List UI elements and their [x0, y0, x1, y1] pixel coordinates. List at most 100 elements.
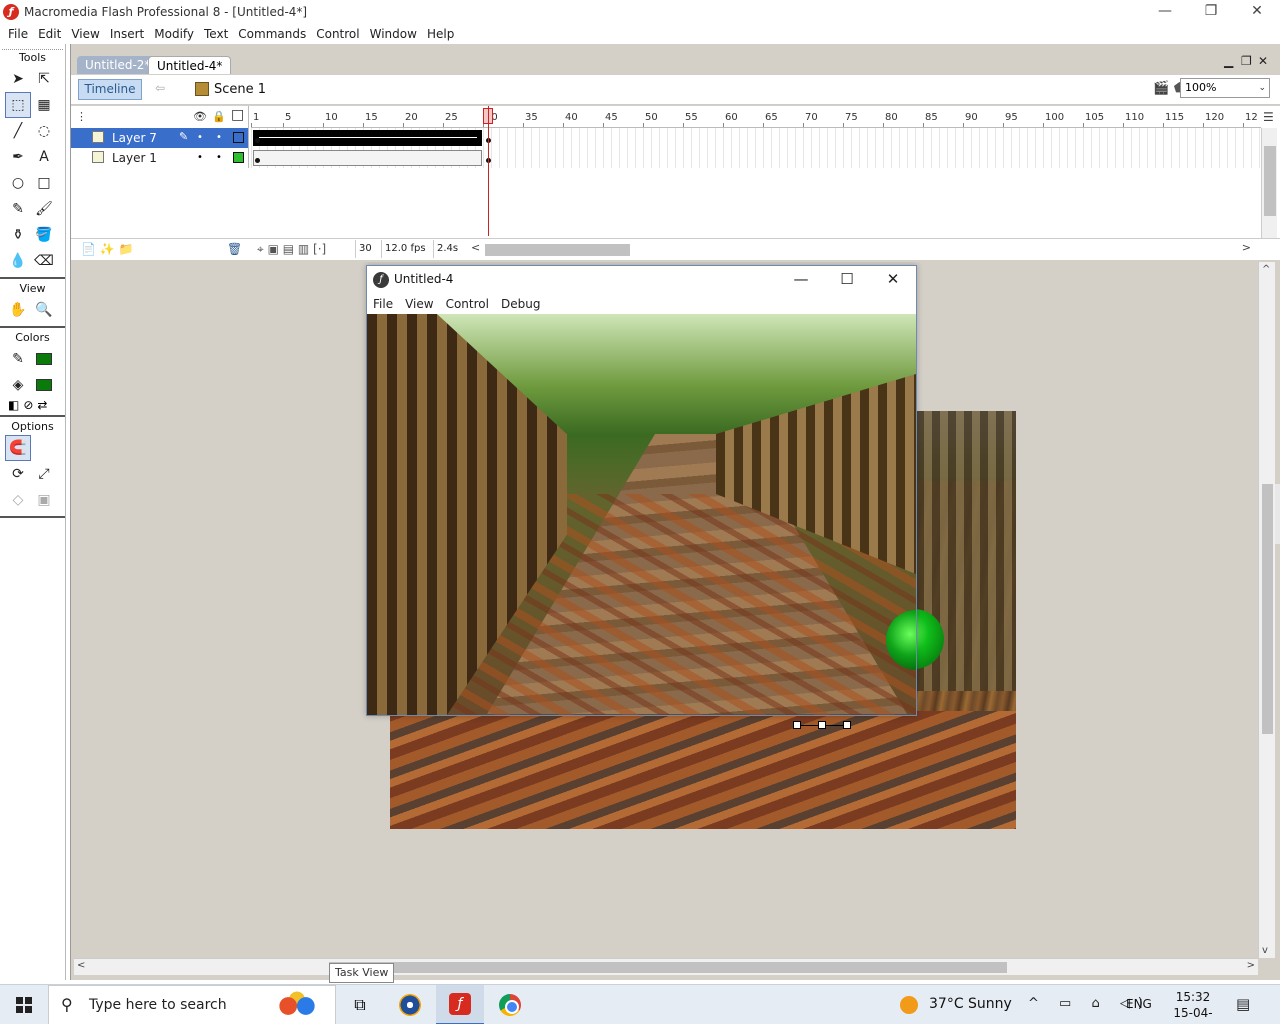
task-view-button[interactable]: ⧉ — [336, 985, 384, 1024]
start-button[interactable] — [0, 985, 48, 1024]
menu-file[interactable]: File — [3, 27, 33, 41]
layer-action-icons[interactable]: 📄 ✨ 📁 — [81, 242, 133, 256]
scroll-left-icon[interactable]: < — [471, 241, 480, 254]
transform-handle[interactable] — [818, 721, 826, 729]
timeline-horizontal-scrollbar[interactable]: < > — [471, 241, 1251, 257]
frames-grid[interactable] — [251, 128, 1261, 168]
menu-help[interactable]: Help — [422, 27, 459, 41]
close-button[interactable]: ✕ — [1234, 0, 1280, 24]
pen-tool-icon[interactable]: ✒ — [5, 144, 31, 170]
scene-label[interactable]: Scene 1 — [214, 82, 266, 97]
weather-text[interactable]: 37°C Sunny — [929, 996, 1012, 1012]
doc-restore-icon[interactable]: ❐ — [1241, 54, 1252, 68]
black-white-icon[interactable]: ◧ — [8, 398, 19, 412]
restore-button[interactable]: ❐ — [1188, 0, 1234, 24]
lock-dot[interactable]: • — [216, 152, 222, 163]
scrollbar-thumb[interactable] — [485, 244, 630, 256]
eraser-tool-icon[interactable]: ⌫ — [31, 248, 57, 274]
free-transform-tool-icon[interactable]: ⬚ — [5, 92, 31, 118]
timeline-vertical-scrollbar[interactable] — [1261, 128, 1277, 238]
menu-modify[interactable]: Modify — [149, 27, 199, 41]
eyedropper-tool-icon[interactable]: 💧 — [5, 248, 31, 274]
menu-edit[interactable]: Edit — [33, 27, 66, 41]
layer-row-layer-7[interactable]: Layer 7 ✎ • • — [71, 128, 249, 148]
swap-colors-icon[interactable]: ⇄ — [37, 398, 47, 412]
text-tool-icon[interactable]: A — [31, 144, 57, 170]
menu-window[interactable]: Window — [365, 27, 422, 41]
swf-menu-file[interactable]: File — [367, 294, 399, 314]
taskbar-app-chrome[interactable] — [486, 985, 534, 1024]
doc-minimize-icon[interactable]: ▁ — [1224, 54, 1233, 68]
line-tool-icon[interactable]: ╱ — [5, 118, 31, 144]
minimize-button[interactable]: — — [1142, 0, 1188, 24]
zoom-dropdown[interactable]: 100% ⌄ — [1180, 78, 1270, 98]
visibility-dot[interactable]: • — [197, 152, 203, 163]
layer-color-swatch[interactable] — [233, 132, 244, 143]
layer-color-swatch[interactable] — [233, 152, 244, 163]
swf-minimize-button[interactable]: — — [778, 266, 824, 294]
tab-untitled-4[interactable]: Untitled-4* — [148, 56, 232, 74]
transform-selection[interactable] — [793, 721, 851, 731]
snap-magnet-icon[interactable]: 🧲 — [5, 435, 31, 461]
taskbar-search-box[interactable]: ⚲ Type here to search — [48, 985, 336, 1024]
zoom-tool-icon[interactable]: 🔍 — [31, 297, 57, 323]
swf-menu-debug[interactable]: Debug — [495, 294, 546, 314]
clock[interactable]: 15:32 15-04-2024 — [1160, 989, 1226, 1024]
lock-dot[interactable]: • — [216, 132, 222, 143]
fill-color-swatch[interactable] — [31, 372, 57, 398]
scale-icon[interactable]: ⤢ — [31, 461, 57, 487]
frames-layer-1[interactable] — [253, 150, 482, 166]
swf-menu-control[interactable]: Control — [440, 294, 495, 314]
lock-icon[interactable]: 🔒 — [212, 110, 226, 123]
timeline-grip[interactable]: ⋮ — [76, 110, 87, 123]
timeline-menu-icon[interactable]: ☰ — [1263, 110, 1274, 124]
stage-horizontal-scrollbar[interactable]: < > — [74, 958, 1258, 975]
stage-vertical-scrollbar[interactable]: ^ v — [1258, 262, 1275, 958]
motion-tween-layer-7[interactable] — [253, 130, 482, 146]
scroll-right-icon[interactable]: > — [1242, 241, 1251, 254]
scrollbar-thumb[interactable] — [1262, 484, 1273, 734]
back-arrow-icon[interactable]: ⇦ — [155, 81, 165, 95]
notification-icon[interactable]: ▤ — [1236, 995, 1250, 1013]
layer-row-layer-1[interactable]: Layer 1 • • — [71, 148, 249, 168]
menu-text[interactable]: Text — [199, 27, 233, 41]
search-highlight-icon[interactable] — [275, 990, 319, 1022]
language-indicator[interactable]: ENG — [1126, 997, 1152, 1011]
gradient-transform-tool-icon[interactable]: ▦ — [31, 92, 57, 118]
swf-maximize-button[interactable]: ☐ — [824, 266, 870, 294]
edit-scene-icon[interactable]: 🎬 — [1153, 81, 1169, 96]
scrollbar-thumb[interactable] — [1264, 146, 1276, 216]
taskbar-app-media[interactable] — [386, 985, 434, 1024]
tab-untitled-2[interactable]: Untitled-2* — [77, 56, 159, 74]
menu-control[interactable]: Control — [311, 27, 364, 41]
trash-icon[interactable]: 🗑 — [227, 242, 242, 256]
swf-close-button[interactable]: ✕ — [870, 266, 916, 294]
no-color-icon[interactable]: ⊘ — [23, 398, 33, 412]
rotate-skew-icon[interactable]: ⟳ — [5, 461, 31, 487]
stage[interactable]: ƒ Untitled-4 — ☐ ✕ File View Control Deb… — [74, 262, 1258, 958]
scroll-left-icon[interactable]: < — [77, 960, 85, 971]
doc-close-icon[interactable]: ✕ — [1258, 54, 1268, 68]
menu-insert[interactable]: Insert — [105, 27, 149, 41]
rectangle-tool-icon[interactable]: □ — [31, 170, 57, 196]
panel-collapse-handle[interactable] — [1275, 484, 1280, 544]
hand-tool-icon[interactable]: ✋ — [5, 297, 31, 323]
swf-menu-view[interactable]: View — [399, 294, 439, 314]
transform-handle[interactable] — [843, 721, 851, 729]
timeline-toggle-button[interactable]: Timeline — [78, 79, 142, 100]
onion-skin-icons[interactable]: ⌖ ▣ ▤ ▥ [·] — [257, 242, 326, 257]
subselect-tool-icon[interactable]: ⇱ — [31, 66, 57, 92]
eye-icon[interactable]: 👁 — [193, 110, 207, 123]
outline-icon[interactable]: □ — [231, 107, 244, 123]
paint-bucket-tool-icon[interactable]: 🪣 — [31, 222, 57, 248]
swf-title-bar[interactable]: ƒ Untitled-4 — ☐ ✕ — [367, 266, 916, 294]
lasso-tool-icon[interactable]: ◌ — [31, 118, 57, 144]
scroll-up-icon[interactable]: ^ — [1262, 264, 1270, 275]
ink-bottle-tool-icon[interactable]: ⚱ — [5, 222, 31, 248]
oval-tool-icon[interactable]: ○ — [5, 170, 31, 196]
visibility-dot[interactable]: • — [197, 132, 203, 143]
frame-ruler[interactable]: 1510152025303540455055606570758085909510… — [251, 106, 1261, 128]
menu-commands[interactable]: Commands — [233, 27, 311, 41]
transform-handle[interactable] — [793, 721, 801, 729]
taskbar-app-flash[interactable]: ƒ — [436, 985, 484, 1024]
